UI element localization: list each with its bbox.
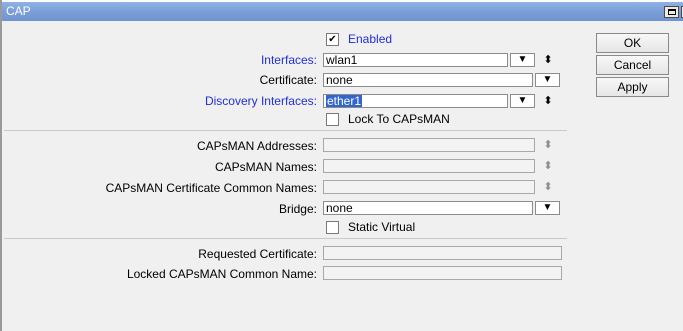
apply-button[interactable]: Apply — [596, 77, 669, 97]
requested-certificate-field — [323, 246, 562, 260]
capsman-names-label: CAPsMAN Names: — [214, 160, 317, 174]
enabled-label: Enabled — [348, 32, 393, 46]
enabled-checkbox[interactable]: ✔ — [326, 33, 339, 46]
capsman-names-field[interactable] — [323, 159, 535, 173]
bridge-dropdown-icon[interactable]: ▼ — [535, 201, 560, 215]
bridge-value: none — [326, 201, 353, 215]
certificate-value: none — [326, 73, 353, 87]
discovery-interfaces-dropdown-icon[interactable]: ▼ — [510, 94, 535, 108]
maximize-icon[interactable] — [664, 6, 679, 18]
certificate-field[interactable]: none — [323, 73, 533, 87]
locked-capsman-name-label: Locked CAPsMAN Common Name: — [126, 267, 317, 281]
capsman-addresses-updown-icon[interactable]: ⬍ — [543, 138, 553, 152]
certificate-label: Certificate: — [259, 73, 317, 87]
capsman-cert-names-field[interactable] — [323, 180, 535, 194]
discovery-interfaces-value: ether1 — [326, 94, 363, 108]
section-divider — [4, 130, 567, 131]
discovery-interfaces-label: Discovery Interfaces: — [204, 94, 317, 108]
window-title-bar[interactable]: CAP × — [2, 2, 683, 21]
window-title: CAP — [6, 4, 31, 18]
lock-to-capsman-label: Lock To CAPsMAN — [348, 112, 450, 126]
capsman-names-updown-icon[interactable]: ⬍ — [543, 159, 553, 173]
capsman-addresses-label: CAPsMAN Addresses: — [196, 139, 317, 153]
static-virtual-label: Static Virtual — [348, 220, 416, 234]
certificate-dropdown-icon[interactable]: ▼ — [535, 73, 560, 87]
interfaces-label: Interfaces: — [260, 53, 317, 67]
bridge-field[interactable]: none — [323, 201, 533, 215]
capsman-addresses-field[interactable] — [323, 138, 535, 152]
cap-dialog-body: ✔ Enabled Interfaces: wlan1 ▼ ⬍ Certific… — [2, 21, 683, 331]
capsman-cert-names-updown-icon[interactable]: ⬍ — [543, 180, 553, 194]
discovery-interfaces-field[interactable]: ether1 — [323, 94, 508, 108]
discovery-interfaces-updown-icon[interactable]: ⬍ — [543, 94, 553, 108]
interfaces-value: wlan1 — [326, 53, 358, 67]
bridge-label: Bridge: — [278, 202, 317, 216]
locked-capsman-name-field — [323, 266, 562, 280]
interfaces-dropdown-icon[interactable]: ▼ — [510, 53, 535, 67]
interfaces-field[interactable]: wlan1 — [323, 53, 508, 67]
ok-button[interactable]: OK — [596, 33, 669, 53]
section-divider — [4, 238, 567, 239]
static-virtual-checkbox[interactable] — [326, 221, 339, 234]
requested-certificate-label: Requested Certificate: — [198, 247, 317, 261]
interfaces-updown-icon[interactable]: ⬍ — [543, 53, 553, 67]
capsman-cert-names-label: CAPsMAN Certificate Common Names: — [105, 181, 317, 195]
cancel-button[interactable]: Cancel — [596, 55, 669, 75]
lock-to-capsman-checkbox[interactable] — [326, 113, 339, 126]
